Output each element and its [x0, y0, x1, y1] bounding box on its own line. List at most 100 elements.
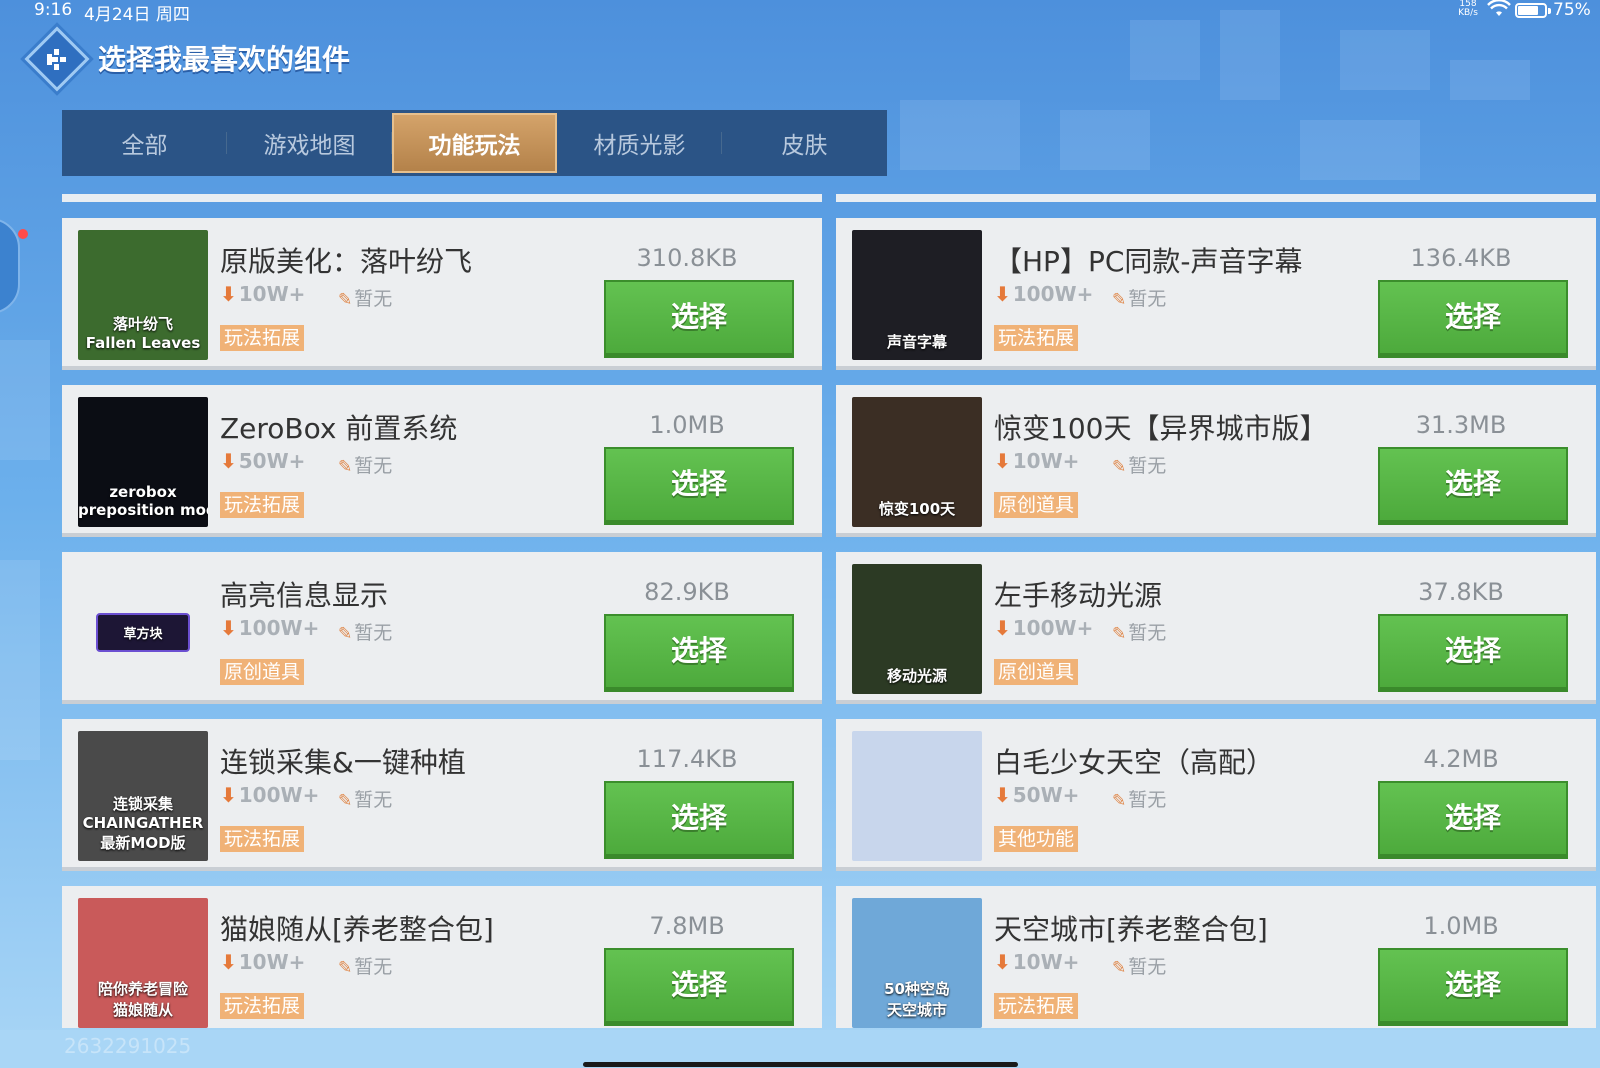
file-size: 4.2MB: [1423, 745, 1499, 773]
component-name: 左手移动光源: [994, 579, 1163, 612]
network-speed: 158 KB/s: [1458, 0, 1478, 18]
component-card[interactable]: 移动光源 左手移动光源 ⬇ 100W+ ✎ 暂无 原创道具 37.8KB 选择: [836, 552, 1596, 704]
download-count: ⬇ 50W+: [994, 783, 1079, 807]
select-button[interactable]: 选择: [604, 447, 794, 525]
rating-icon: ✎: [1112, 624, 1127, 644]
rating-value: 暂无: [1128, 622, 1167, 644]
download-arrow-icon: ⬇: [220, 449, 237, 473]
status-bar: 9:16 4月24日 周四 158 KB/s 75%: [0, 0, 1600, 25]
rating: ✎ 暂无: [338, 618, 392, 645]
component-card[interactable]: 白毛少女天空（高配） ⬇ 50W+ ✎ 暂无 其他功能 4.2MB 选择: [836, 719, 1596, 871]
select-button[interactable]: 选择: [604, 280, 794, 358]
download-arrow-icon: ⬇: [994, 449, 1011, 473]
component-thumbnail: zerobox preposition mod: [78, 397, 208, 527]
select-button[interactable]: 选择: [1378, 948, 1568, 1026]
category-tabs: 全部 游戏地图 功能玩法 材质光影 皮肤: [62, 110, 887, 176]
component-thumbnail: 落叶纷飞 Fallen Leaves: [78, 230, 208, 360]
component-thumbnail: 连锁采集 CHAINGATHER 最新MOD版: [78, 731, 208, 861]
download-arrow-icon: ⬇: [220, 616, 237, 640]
tab-texture-shaders[interactable]: 材质光影: [557, 110, 722, 176]
download-count: ⬇ 100W+: [994, 616, 1093, 640]
component-card[interactable]: zerobox preposition mod ZeroBox 前置系统 ⬇50…: [62, 385, 822, 537]
rating-icon: ✎: [1112, 958, 1127, 978]
component-name: 惊变100天【异界城市版】: [994, 412, 1328, 445]
category-tag: 玩法拓展: [220, 826, 305, 852]
rating: ✎ 暂无: [1112, 451, 1166, 478]
select-button[interactable]: 选择: [604, 948, 794, 1026]
home-indicator[interactable]: [583, 1062, 1018, 1067]
thumbnail-caption: 惊变100天: [878, 500, 956, 518]
battery-percent: 75%: [1553, 0, 1591, 20]
rating-value: 暂无: [1128, 455, 1167, 477]
component-name: 猫娘随从[养老整合包]: [220, 913, 494, 946]
select-button[interactable]: 选择: [1378, 280, 1568, 358]
category-tag: 玩法拓展: [994, 993, 1079, 1019]
select-button[interactable]: 选择: [604, 614, 794, 692]
status-time: 9:16: [34, 0, 73, 20]
rating: ✎ 暂无: [1112, 785, 1166, 812]
select-button[interactable]: 选择: [1378, 614, 1568, 692]
battery-nub: [1548, 8, 1551, 14]
file-size: 136.4KB: [1410, 244, 1512, 272]
tab-game-maps[interactable]: 游戏地图: [227, 110, 392, 176]
watermark: 2632291025: [64, 1034, 192, 1058]
tab-all[interactable]: 全部: [62, 110, 227, 176]
thumbnail-caption: 连锁采集 CHAINGATHER 最新MOD版: [82, 795, 204, 852]
download-count: ⬇ 10W+: [220, 282, 305, 306]
tab-skins[interactable]: 皮肤: [722, 110, 887, 176]
component-name: 天空城市[养老整合包]: [994, 913, 1268, 946]
rating: ✎ 暂无: [1112, 284, 1166, 311]
rating-value: 暂无: [354, 956, 393, 978]
thumbnail-caption: zerobox preposition mod: [78, 483, 208, 519]
category-tag: 玩法拓展: [994, 325, 1079, 351]
select-button[interactable]: 选择: [1378, 781, 1568, 859]
component-card[interactable]: 惊变100天 惊变100天【异界城市版】 ⬇ 10W+ ✎ 暂无 原创道具 31.3…: [836, 385, 1596, 537]
status-date: 4月24日 周四: [84, 5, 190, 25]
category-tag: 玩法拓展: [220, 325, 305, 351]
list-top-edge-left: [62, 194, 822, 202]
rating-value: 暂无: [1128, 789, 1167, 811]
download-count-value: 10W+: [238, 950, 306, 974]
component-card[interactable]: 陪你养老冒险 猫娘随从 猫娘随从[养老整合包] ⬇ 10W+ ✎ 暂无 玩法拓展 7…: [62, 886, 822, 1028]
select-button[interactable]: 选择: [1378, 447, 1568, 525]
download-count: ⬇ 100W+: [994, 282, 1093, 306]
list-top-edge-right: [836, 194, 1596, 202]
rating: ✎ 暂无: [1112, 952, 1166, 979]
component-thumbnail: 惊变100天: [852, 397, 982, 527]
download-count-value: 10W+: [238, 282, 306, 306]
category-tag: 原创道具: [220, 659, 305, 685]
rating-value: 暂无: [354, 789, 393, 811]
component-name: 白毛少女天空（高配）: [994, 746, 1275, 779]
component-card[interactable]: 50种空岛 天空城市 天空城市[养老整合包] ⬇ 10W+ ✎ 暂无 玩法拓展 1.…: [836, 886, 1596, 1028]
rating-icon: ✎: [1112, 457, 1127, 477]
component-card[interactable]: 落叶纷飞 Fallen Leaves 原版美化：落叶纷飞 ⬇ 10W+ ✎ 暂无 玩…: [62, 218, 822, 370]
back-arrow-icon: [38, 40, 76, 78]
component-card[interactable]: 声音字幕 【HP】PC同款-声音字幕 ⬇ 100W+ ✎ 暂无 玩法拓展 136.4…: [836, 218, 1596, 370]
rating: ✎ 暂无: [1112, 618, 1166, 645]
component-thumbnail: 声音字幕: [852, 230, 982, 360]
back-button[interactable]: [24, 26, 90, 92]
download-arrow-icon: ⬇: [994, 282, 1011, 306]
rating: ✎ 暂无: [338, 451, 392, 478]
download-arrow-icon: ⬇: [220, 950, 237, 974]
page-title: 选择我最喜欢的组件: [98, 43, 351, 76]
rating-icon: ✎: [338, 791, 353, 811]
download-count: ⬇ 100W+: [220, 616, 319, 640]
component-name: ZeroBox 前置系统: [220, 412, 458, 445]
tab-function-gameplay[interactable]: 功能玩法: [392, 113, 557, 173]
rating-value: 暂无: [354, 455, 393, 477]
select-button[interactable]: 选择: [604, 781, 794, 859]
rating-value: 暂无: [1128, 956, 1167, 978]
component-card[interactable]: 连锁采集 CHAINGATHER 最新MOD版 连锁采集&一键种植 ⬇ 100W+…: [62, 719, 822, 871]
file-size: 31.3MB: [1415, 411, 1507, 439]
download-count-value: 100W+: [238, 783, 320, 807]
battery-icon: [1515, 3, 1547, 18]
download-count-value: 10W+: [1012, 449, 1080, 473]
component-thumbnail: [852, 731, 982, 861]
category-tag: 原创道具: [994, 659, 1079, 685]
file-size: 82.9KB: [644, 578, 730, 606]
download-arrow-icon: ⬇: [994, 783, 1011, 807]
component-thumbnail: 50种空岛 天空城市: [852, 898, 982, 1028]
download-arrow-icon: ⬇: [994, 616, 1011, 640]
component-card[interactable]: 草方块 高亮信息显示 ⬇ 100W+ ✎ 暂无 原创道具 82.9KB 选择: [62, 552, 822, 704]
